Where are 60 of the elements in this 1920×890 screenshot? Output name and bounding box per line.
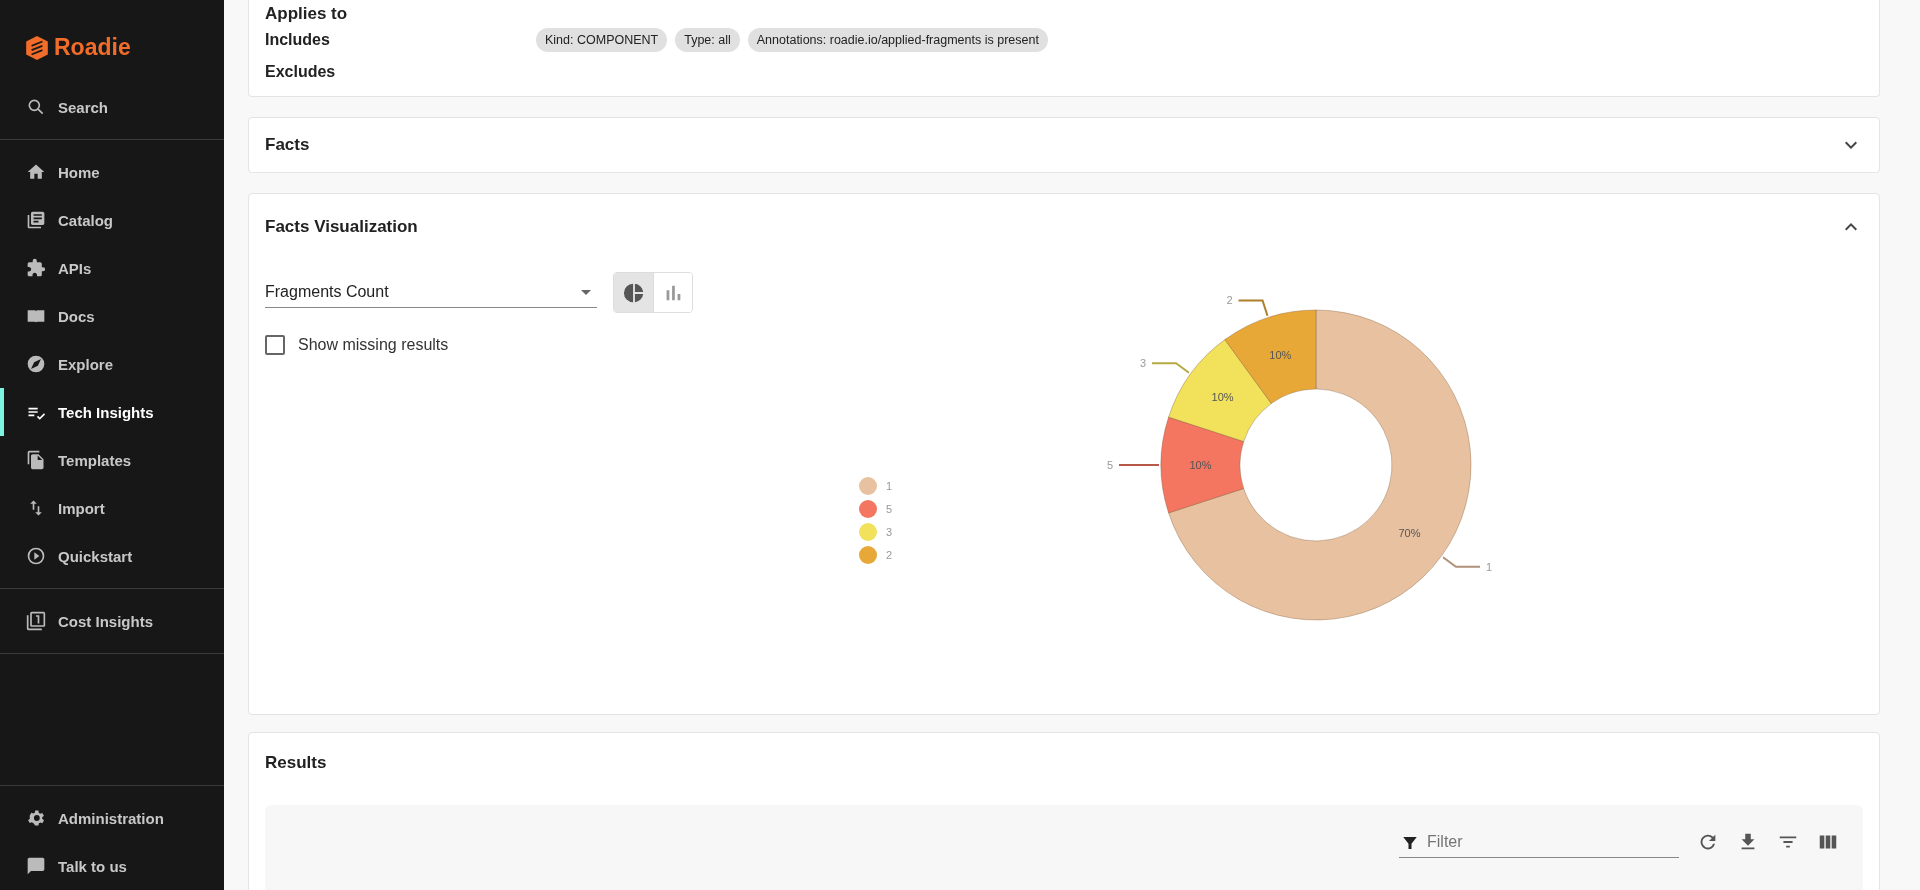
numbered-pages-icon [26,611,46,631]
filter-chip: Kind: COMPONENT [536,28,668,52]
nav-item[interactable]: Cost Insights [0,597,224,645]
nav-item[interactable]: Import [0,484,224,532]
legend-label: 2 [886,549,893,561]
leader-line [1151,362,1190,374]
logo-icon [24,34,50,61]
home-icon [26,162,46,182]
settings-icon [26,808,46,828]
play-icon [26,546,46,566]
card-title: Applies to [265,4,349,24]
percent-label: 70% [1398,526,1421,539]
nav-item[interactable]: Home [0,148,224,196]
legend-label: 5 [886,503,893,515]
checkbox-label: Show missing results [298,336,449,354]
nav-item[interactable]: Quickstart [0,532,224,580]
slice-label: 3 [1139,357,1147,370]
slice-label: 1 [1485,560,1493,573]
logo-text[interactable]: Roadie [54,34,131,61]
percent-label: 10% [1189,459,1212,471]
leader-line [1442,556,1481,568]
list-icon [26,210,46,230]
compass-icon [26,354,46,374]
card-title: Facts [265,135,310,155]
search-link[interactable]: Search [0,83,224,131]
percent-label: 10% [1211,391,1234,404]
nav-item[interactable]: Templates [0,436,224,484]
field-label: Excludes [265,63,337,81]
checkbox[interactable] [265,335,285,355]
leader-line [1118,464,1160,466]
slice-label: 5 [1106,459,1113,471]
leader-line [1237,299,1269,317]
nav-item[interactable]: Docs [0,292,224,340]
facts-card[interactable]: Facts [248,117,1880,173]
files-icon [26,450,46,470]
filter-chip: Type: all [675,28,740,52]
pie-chart-toggle[interactable] [614,273,653,312]
percent-label: 10% [1269,349,1292,362]
caret-icon [581,289,591,295]
select-field[interactable]: Fragments Count [265,277,597,308]
search-icon [26,97,46,117]
chat-bubble-icon [26,856,46,876]
nav-item[interactable]: Tech Insights [0,388,224,436]
nav-item[interactable]: Explore [0,340,224,388]
bar-chart-toggle[interactable] [653,273,692,312]
legend-label: 1 [886,480,893,492]
puzzle-icon [26,258,46,278]
pie-chart-icon [622,281,645,304]
legend-label: 3 [886,526,893,538]
field-label: Includes [265,31,331,49]
nav-item[interactable]: Administration [0,794,224,842]
filter-icon [1401,834,1419,852]
slice-label: 2 [1226,294,1233,307]
filter-field[interactable]: Filter [1399,827,1679,858]
card-title: Facts Visualization [265,217,418,237]
nav-item[interactable]: APIs [0,244,224,292]
filter-chip: Annotations: roadie.io/applied-fragments is present [747,28,1048,52]
nav-item[interactable]: Catalog [0,196,224,244]
nav-item[interactable]: Talk to us [0,842,224,890]
card-title: Results [265,753,328,773]
